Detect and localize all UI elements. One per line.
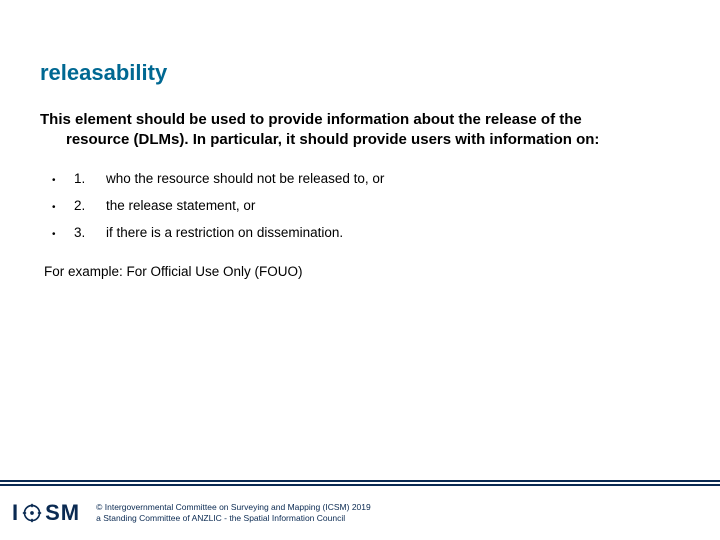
- slide-footer: I SM © Intergovernmental Committee on Su…: [0, 484, 720, 540]
- example-text: For example: For Official Use Only (FOUO…: [40, 264, 680, 279]
- list-text: who the resource should not be released …: [106, 171, 680, 186]
- icsm-logo: I SM: [12, 500, 80, 526]
- list-item: • 1. who the resource should not be rele…: [40, 165, 680, 192]
- list-number: 2.: [74, 198, 106, 213]
- list-item: • 3. if there is a restriction on dissem…: [40, 219, 680, 246]
- list-number: 1.: [74, 171, 106, 186]
- slide: releasability This element should be use…: [0, 0, 720, 540]
- slide-content: releasability This element should be use…: [0, 0, 720, 484]
- intro-line-2: resource (DLMs). In particular, it shoul…: [40, 130, 680, 150]
- intro-paragraph: This element should be used to provide i…: [40, 110, 680, 151]
- copyright-line-1: © Intergovernmental Committee on Surveyi…: [96, 502, 371, 513]
- bullet-icon: •: [52, 175, 74, 186]
- copyright-text: © Intergovernmental Committee on Surveyi…: [96, 502, 371, 523]
- slide-title: releasability: [40, 60, 680, 86]
- list-item: • 2. the release statement, or: [40, 192, 680, 219]
- compass-icon: [22, 503, 42, 523]
- logo-letter-i: I: [12, 500, 19, 526]
- list-text: the release statement, or: [106, 198, 680, 213]
- logo-letters-sm: SM: [45, 500, 80, 526]
- bullet-icon: •: [52, 229, 74, 240]
- list-number: 3.: [74, 225, 106, 240]
- bullet-icon: •: [52, 202, 74, 213]
- copyright-line-2: a Standing Committee of ANZLIC - the Spa…: [96, 513, 371, 524]
- list-text: if there is a restriction on disseminati…: [106, 225, 680, 240]
- intro-line-1: This element should be used to provide i…: [40, 111, 582, 128]
- numbered-list: • 1. who the resource should not be rele…: [40, 165, 680, 246]
